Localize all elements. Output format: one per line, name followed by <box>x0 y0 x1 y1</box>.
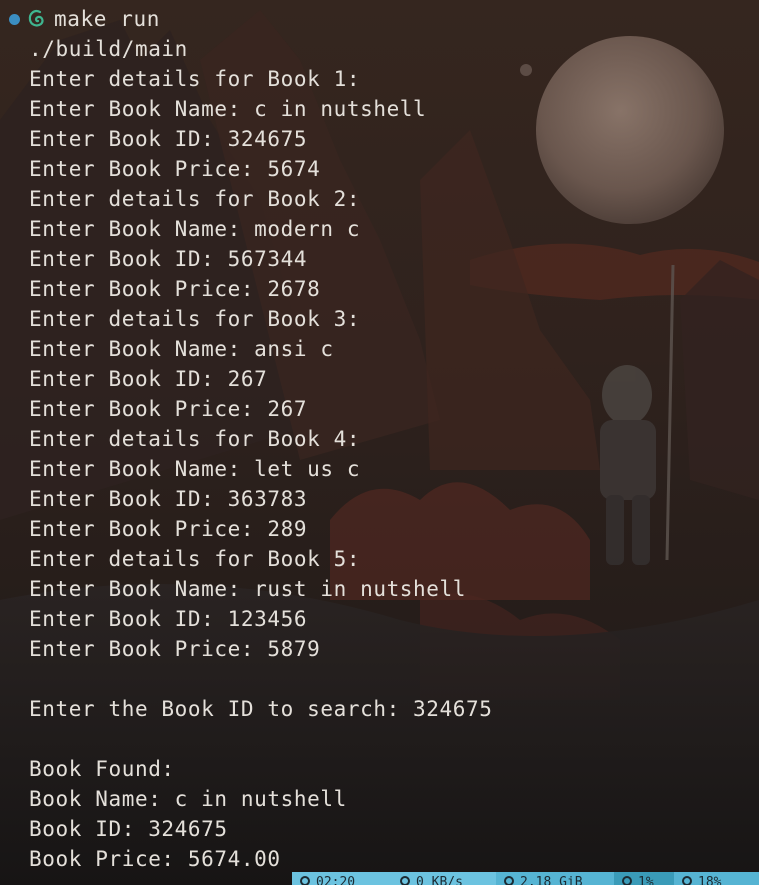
output-line-22 <box>0 664 759 694</box>
output-line-28: Book Price: 5674.00 <box>29 847 281 871</box>
output-line-5: Enter Book Price: 5674 <box>29 157 321 181</box>
output-line-12: Enter Book ID: 267 <box>29 367 268 391</box>
output-line-11: Enter Book Name: ansi c <box>29 337 334 361</box>
output-line-25: Book Found: <box>29 757 175 781</box>
cpu-icon <box>622 876 632 885</box>
status-network-text: 0 KB/s <box>416 875 463 885</box>
status-memory: 2.18 GiB <box>496 872 614 885</box>
status-clock-text: 02:20 <box>316 875 356 885</box>
output-line-16: Enter Book ID: 363783 <box>29 487 308 511</box>
output-line-18: Enter details for Book 5: <box>29 547 361 571</box>
output-line-26: Book Name: c in nutshell <box>29 787 347 811</box>
output-line-27: Book ID: 324675 <box>29 817 228 841</box>
status-network: 0 KB/s <box>392 872 496 885</box>
command-text: make run <box>54 7 160 31</box>
memory-icon <box>504 876 514 885</box>
output-line-2: Enter details for Book 1: <box>29 67 361 91</box>
status-disk: 18% <box>674 872 759 885</box>
disk-icon <box>682 876 692 885</box>
output-line-21: Enter Book Price: 5879 <box>29 637 321 661</box>
output-line-17: Enter Book Price: 289 <box>29 517 308 541</box>
status-bar: 02:20 0 KB/s 2.18 GiB 1% 18% <box>292 872 759 885</box>
status-disk-text: 18% <box>698 875 722 885</box>
output-line-23: Enter the Book ID to search: 324675 <box>29 697 493 721</box>
output-line-7: Enter Book Name: modern c <box>29 217 361 241</box>
output-line-13: Enter Book Price: 267 <box>29 397 308 421</box>
status-cpu: 1% <box>614 872 674 885</box>
clock-icon <box>300 876 310 885</box>
status-cpu-text: 1% <box>638 875 654 885</box>
terminal-output: make run ./build/main Enter details for … <box>0 4 759 874</box>
terminal-window[interactable]: make run ./build/main Enter details for … <box>0 0 759 885</box>
status-memory-text: 2.18 GiB <box>520 875 583 885</box>
output-line-24 <box>0 724 759 754</box>
network-icon <box>400 876 410 885</box>
debian-swirl-icon <box>28 10 44 27</box>
output-line-1: ./build/main <box>29 37 188 61</box>
output-line-10: Enter details for Book 3: <box>29 307 361 331</box>
output-line-15: Enter Book Name: let us c <box>29 457 361 481</box>
output-line-8: Enter Book ID: 567344 <box>29 247 308 271</box>
prompt-line: make run <box>0 4 759 34</box>
output-line-4: Enter Book ID: 324675 <box>29 127 308 151</box>
output-line-14: Enter details for Book 4: <box>29 427 361 451</box>
status-clock: 02:20 <box>292 872 392 885</box>
output-line-20: Enter Book ID: 123456 <box>29 607 308 631</box>
output-line-9: Enter Book Price: 2678 <box>29 277 321 301</box>
prompt-status-dot <box>9 14 20 25</box>
output-line-6: Enter details for Book 2: <box>29 187 361 211</box>
output-line-3: Enter Book Name: c in nutshell <box>29 97 427 121</box>
output-line-19: Enter Book Name: rust in nutshell <box>29 577 467 601</box>
